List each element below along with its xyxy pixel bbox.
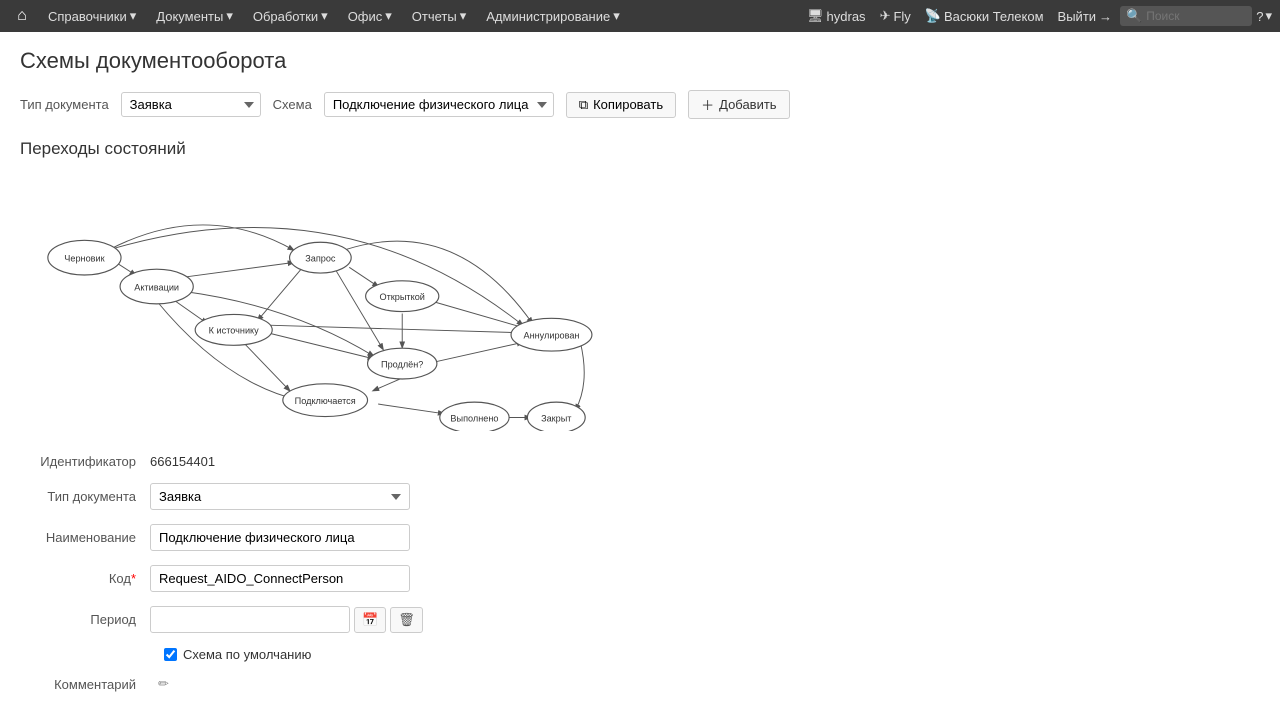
comment-label: Комментарий — [20, 677, 150, 692]
doc-type-select[interactable]: Заявка — [121, 92, 261, 117]
nav-item-admin[interactable]: Администрирование ▾ — [478, 4, 628, 28]
diagram-section: Переходы состояний — [20, 139, 1260, 434]
doc-type-label: Тип документа — [20, 97, 109, 112]
period-input[interactable] — [150, 606, 350, 633]
form-name-label: Наименование — [20, 530, 150, 545]
toolbar: Тип документа Заявка Схема Подключение ф… — [20, 90, 1260, 119]
form-code-label: Код* — [20, 571, 150, 586]
name-row: Наименование — [20, 524, 1260, 551]
form-doc-type-select[interactable]: Заявка — [150, 483, 410, 510]
help-button[interactable]: ? ▾ — [1256, 8, 1272, 24]
nav-item-office[interactable]: Офис ▾ — [340, 4, 400, 28]
svg-text:Продлён?: Продлён? — [381, 359, 423, 369]
add-icon: ＋ — [701, 95, 714, 114]
search-icon: 🔍 — [1126, 8, 1142, 24]
form-name-input[interactable] — [150, 524, 410, 551]
schema-select[interactable]: Подключение физического лица — [324, 92, 554, 117]
svg-text:Открыткой: Открыткой — [380, 292, 425, 302]
svg-text:К источнику: К источнику — [209, 326, 259, 336]
form-doc-type-wrap: Заявка — [150, 483, 410, 510]
comment-row: Комментарий ✏ — [20, 676, 1260, 692]
period-input-group: 📅 🗑 — [150, 606, 423, 633]
nav-logout[interactable]: Выйти → — [1054, 7, 1117, 26]
nav-fly[interactable]: ✈ Fly — [876, 6, 915, 26]
id-label: Идентификатор — [20, 454, 150, 469]
svg-text:Запрос: Запрос — [305, 254, 336, 264]
comment-edit-icon[interactable]: ✏ — [158, 676, 169, 692]
id-value: 666154401 — [150, 454, 215, 469]
default-schema-checkbox[interactable] — [164, 648, 177, 661]
svg-text:Выполнено: Выполнено — [450, 413, 498, 423]
trash-icon: 🗑 — [398, 612, 415, 627]
form-period-label: Период — [20, 612, 150, 627]
period-clear-button[interactable]: 🗑 — [390, 607, 423, 633]
search-input[interactable] — [1146, 9, 1246, 23]
schema-label: Схема — [273, 97, 312, 112]
form-doc-type-label: Тип документа — [20, 489, 150, 504]
nav-company[interactable]: 📡 Васюки Телеком — [921, 6, 1048, 26]
svg-text:Черновик: Черновик — [64, 254, 105, 264]
add-button[interactable]: ＋ Добавить — [688, 90, 789, 119]
svg-text:Активации: Активации — [134, 282, 179, 292]
nav-hydras[interactable]: 🖥 hydras — [803, 6, 870, 26]
period-row: Период 📅 🗑 — [20, 606, 1260, 633]
nav-item-references[interactable]: Справочники ▾ — [40, 4, 144, 28]
search-box[interactable]: 🔍 — [1120, 6, 1252, 26]
nav-item-documents[interactable]: Документы ▾ — [148, 4, 241, 28]
page-title: Схемы документооборота — [20, 48, 1260, 74]
copy-icon: ⧉ — [579, 97, 588, 113]
navbar: ⌂ Справочники ▾ Документы ▾ Обработки ▾ … — [0, 0, 1280, 32]
form-section: Идентификатор 666154401 Тип документа За… — [20, 454, 1260, 692]
svg-text:Подключается: Подключается — [295, 396, 356, 406]
home-button[interactable]: ⌂ — [8, 2, 36, 30]
copy-button[interactable]: ⧉ Копировать — [566, 92, 676, 118]
user-group: 🖥 hydras ✈ Fly 📡 Васюки Телеком Выйти → — [803, 6, 1116, 26]
state-diagram: Черновик Активации Запрос Открыткой К ис… — [20, 171, 640, 431]
calendar-icon: 📅 — [362, 612, 378, 627]
default-schema-label[interactable]: Схема по умолчанию — [164, 647, 311, 662]
svg-text:Аннулирован: Аннулирован — [523, 331, 579, 341]
id-row: Идентификатор 666154401 — [20, 454, 1260, 469]
code-row: Код* — [20, 565, 1260, 592]
default-schema-row: Схема по умолчанию — [20, 647, 1260, 662]
nav-item-reports[interactable]: Отчеты ▾ — [404, 4, 474, 28]
form-code-input[interactable] — [150, 565, 410, 592]
doc-type-row: Тип документа Заявка — [20, 483, 1260, 510]
page-content: Схемы документооборота Тип документа Зая… — [0, 32, 1280, 722]
svg-text:Закрыт: Закрыт — [541, 413, 572, 423]
checkbox-wrapper: Схема по умолчанию — [164, 647, 311, 662]
nav-item-processing[interactable]: Обработки ▾ — [245, 4, 336, 28]
diagram-title: Переходы состояний — [20, 139, 1260, 159]
period-calendar-button[interactable]: 📅 — [354, 607, 386, 633]
